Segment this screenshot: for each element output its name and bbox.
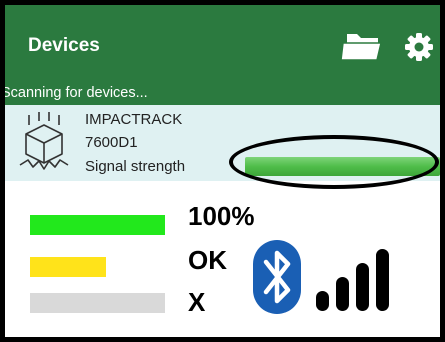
gear-icon[interactable] bbox=[404, 32, 434, 62]
legend-swatch-ok bbox=[30, 257, 106, 277]
highlight-ellipse bbox=[229, 135, 439, 189]
folder-icon[interactable] bbox=[340, 32, 382, 62]
device-id: 7600D1 bbox=[85, 134, 138, 151]
device-name: IMPACTRACK bbox=[85, 111, 183, 128]
cube-impact-icon bbox=[19, 112, 69, 170]
page-title: Devices bbox=[28, 35, 100, 56]
signal-strength-label: Signal strength bbox=[85, 158, 186, 175]
screen-frame: Devices Scanning for devices... IMPACTRA… bbox=[0, 0, 445, 342]
signal-bars-icon bbox=[316, 241, 400, 311]
legend-swatch-none bbox=[30, 293, 165, 313]
scan-status-text: Scanning for devices... bbox=[1, 85, 148, 101]
legend-label-full: 100% bbox=[188, 201, 255, 231]
app-bar: Devices bbox=[5, 5, 440, 83]
scan-status-bar: Scanning for devices... bbox=[5, 83, 440, 105]
bluetooth-icon bbox=[253, 240, 301, 314]
legend-swatch-full bbox=[30, 215, 165, 235]
legend-label-none: X bbox=[188, 287, 206, 317]
legend-label-ok: OK bbox=[188, 245, 227, 275]
